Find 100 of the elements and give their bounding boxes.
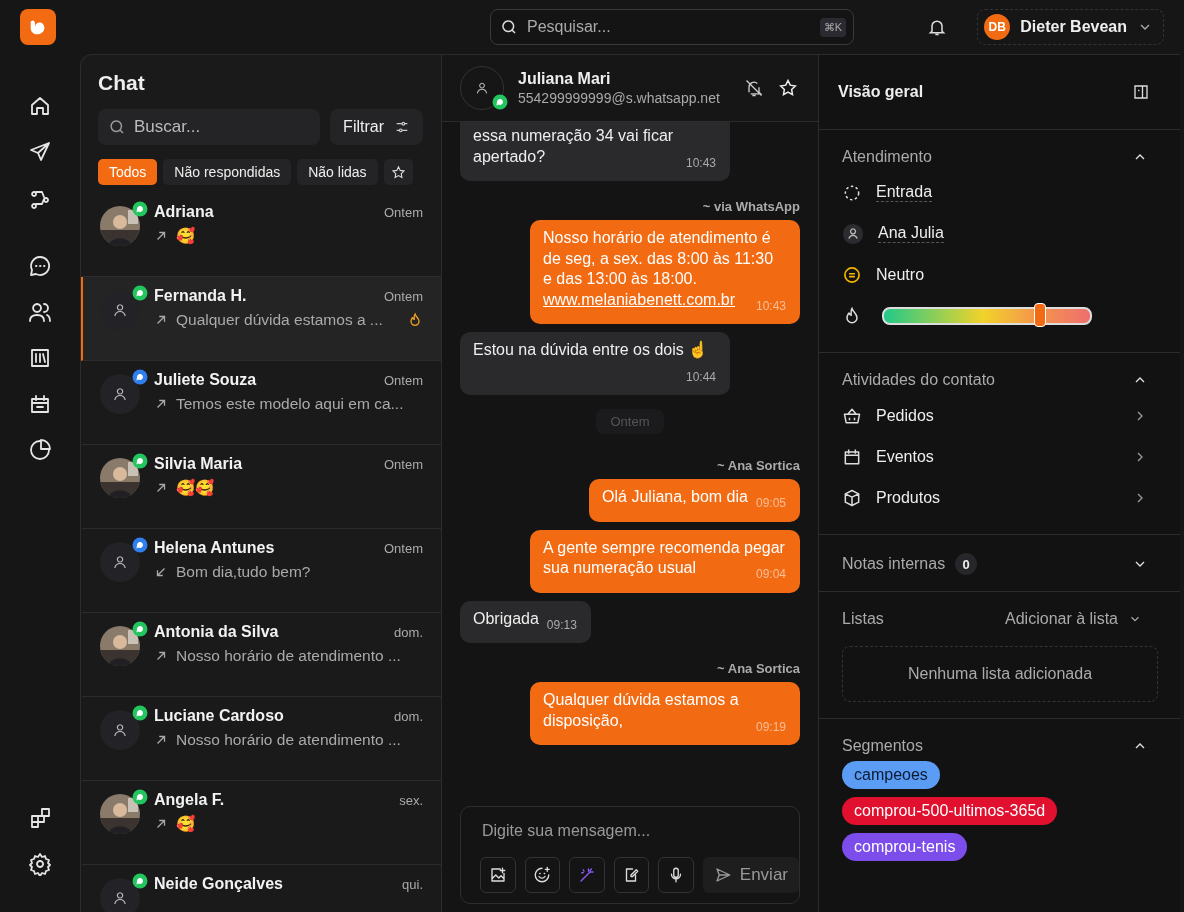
- section-title: Notas internas: [842, 555, 946, 573]
- conversation-item[interactable]: Antonia da Silva dom. Nosso horário de atendimento ...: [81, 613, 441, 697]
- message-time: Ontem: [384, 373, 423, 388]
- activity-item[interactable]: Produtos: [842, 477, 1148, 518]
- user-name: Dieter Bevean: [1020, 18, 1127, 36]
- emoji-button[interactable]: [524, 857, 561, 893]
- date-divider: Ontem: [596, 409, 664, 434]
- incoming-message: Estou na dúvida entre os dois ☝ 10:44: [460, 332, 730, 395]
- search-icon: [500, 18, 518, 36]
- section-title: Listas: [842, 610, 884, 628]
- shortcut-hint: ⌘K: [819, 18, 846, 37]
- contact-name: Juliete Souza: [154, 371, 257, 389]
- user-avatar: DB: [984, 14, 1011, 40]
- contact-name: Luciane Cardoso: [154, 707, 284, 725]
- contact-name: Fernanda H.: [154, 287, 247, 305]
- app-logo[interactable]: [20, 9, 56, 45]
- settings-icon[interactable]: [28, 852, 52, 876]
- message-preview: Nosso horário de atendimento ...: [176, 731, 401, 749]
- contact-name: Neide Gonçalves: [154, 875, 283, 893]
- emoji-icon: [533, 866, 552, 884]
- message-time: Ontem: [384, 205, 423, 220]
- package-icon: [842, 487, 862, 508]
- chat-icon[interactable]: [28, 254, 52, 278]
- message-time: sex.: [399, 793, 423, 808]
- message-input[interactable]: Digite sua mensagem...: [480, 821, 764, 841]
- sender-label: ~ Ana Sortica: [717, 661, 800, 676]
- magic-wand-button[interactable]: [569, 857, 605, 893]
- search-field[interactable]: Buscar...: [98, 109, 321, 145]
- starred-tab[interactable]: [383, 159, 413, 185]
- message-time: qui.: [402, 877, 423, 892]
- image-icon: [488, 866, 507, 884]
- segment-tag: campeoes: [842, 761, 940, 789]
- note-button[interactable]: [613, 857, 650, 893]
- sidebar-toggle-icon[interactable]: [1132, 83, 1150, 101]
- image-button[interactable]: [480, 857, 516, 893]
- sender-label: ~ Ana Sortica: [717, 458, 800, 473]
- empty-state: Nenhuma lista adicionada: [842, 646, 1158, 702]
- slider-thumb[interactable]: [1033, 302, 1046, 327]
- contact-name: Adriana: [154, 203, 214, 221]
- sentiment-label: Neutro: [876, 265, 925, 284]
- conversation-item[interactable]: Angela F. sex. 🥰: [81, 781, 441, 865]
- message-time: dom.: [394, 709, 423, 724]
- pie-chart-icon[interactable]: [28, 438, 52, 462]
- outgoing-message: Olá Juliana, bom dia 09:05: [589, 479, 800, 522]
- conversation-item[interactable]: Luciane Cardoso dom. Nosso horário de atendimento ...: [81, 697, 441, 781]
- bell-off-icon[interactable]: [744, 78, 764, 98]
- segment-tag: comprou-500-ultimos-365d: [842, 797, 1058, 825]
- outgoing-message: Qualquer dúvida estamos a disposição, 09:19: [530, 682, 800, 745]
- message-time: Ontem: [384, 457, 423, 472]
- filter-button[interactable]: Filtrar: [330, 109, 423, 145]
- outgoing-message: A gente sempre recomenda pegar sua numeração usual 09:04: [530, 529, 800, 593]
- contact-name: Silvia Maria: [154, 455, 243, 473]
- message-time: Ontem: [384, 289, 423, 304]
- filter-tab[interactable]: Não lidas: [297, 159, 378, 185]
- incoming-message: essa numeração 34 vai ficar apertado? 10:43: [460, 122, 730, 181]
- contact-name: Antonia da Silva: [154, 623, 279, 641]
- conversation-item[interactable]: Juliete Souza Ontem Temos este modelo aqui em ca...: [81, 361, 441, 445]
- agent-avatar-icon: [842, 222, 864, 245]
- calendar-icon[interactable]: [28, 392, 52, 416]
- agent-name[interactable]: Ana Julia: [878, 224, 944, 243]
- panel-title: Chat: [98, 71, 146, 95]
- count-badge: 0: [955, 553, 978, 575]
- status-label[interactable]: Entrada: [876, 183, 933, 202]
- section-title: Segmentos: [842, 737, 923, 755]
- message-time: Ontem: [384, 541, 423, 556]
- message-preview: Qualquer dúvida estamos a ...: [176, 311, 383, 329]
- star-icon[interactable]: [778, 78, 798, 98]
- microphone-button[interactable]: [658, 857, 694, 893]
- user-menu[interactable]: DB Dieter Bevean: [977, 9, 1164, 45]
- outgoing-message: Nosso horário de atendimento é de seg, a sex. das 8:00 às 11:30 e das 13:00 às 18:00. www.melaniabenett.com.br 10:43: [530, 220, 800, 324]
- conversation-item[interactable]: Helena Antunes Ontem Bom dia,tudo bem?: [81, 529, 441, 613]
- activity-item[interactable]: Eventos: [842, 436, 1148, 477]
- filter-tab[interactable]: Não respondidas: [163, 159, 292, 185]
- segment-tag: comprou-tenis: [842, 833, 968, 861]
- contact-name: Juliana Mari: [518, 70, 612, 88]
- activity-item[interactable]: Pedidos: [842, 395, 1148, 436]
- section-title: Atendimento: [842, 148, 932, 166]
- whatsapp-badge-icon: [492, 94, 508, 110]
- conversation-item[interactable]: Fernanda H. Ontem Qualquer dúvida estamos a ...: [81, 277, 441, 361]
- neutral-face-icon: [842, 264, 862, 285]
- message-preview: Nosso horário de atendimento ...: [176, 647, 401, 665]
- message-time: dom.: [394, 625, 423, 640]
- section-title: Atividades do contato: [842, 371, 995, 389]
- apps-icon[interactable]: [28, 806, 52, 830]
- message-preview: Bom dia,tudo bem?: [176, 563, 311, 581]
- message-preview: Temos este modelo aqui em ca...: [176, 395, 404, 413]
- message-preview: 🥰: [176, 815, 196, 833]
- star-icon: [390, 164, 406, 180]
- temperature-slider[interactable]: [882, 306, 1092, 325]
- sliders-icon: [394, 119, 410, 135]
- send-icon[interactable]: [28, 140, 52, 164]
- conversation-item[interactable]: Silvia Maria Ontem 🥰🥰: [81, 445, 441, 529]
- users-icon[interactable]: [28, 300, 52, 324]
- search-icon: [108, 118, 126, 136]
- conversation-item[interactable]: Neide Gonçalves qui.: [81, 865, 441, 912]
- panel-title: Visão geral: [838, 83, 924, 101]
- add-to-list-dropdown[interactable]: Adicionar à lista: [1005, 610, 1148, 628]
- message-preview: 🥰: [176, 227, 196, 245]
- home-icon[interactable]: [28, 94, 52, 118]
- library-icon[interactable]: [28, 346, 52, 370]
